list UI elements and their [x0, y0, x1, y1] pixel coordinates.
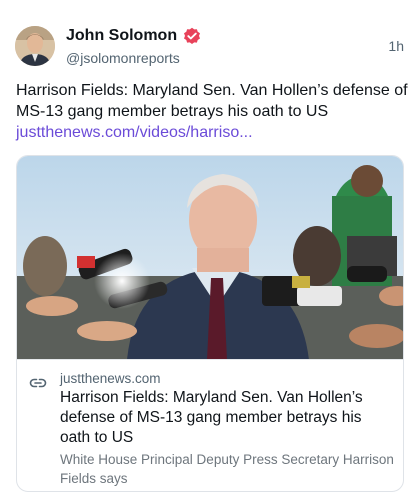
card-description: White House Principal Deputy Press Secre…: [60, 452, 394, 486]
card-title[interactable]: Harrison Fields: Maryland Sen. Van Holle…: [60, 388, 394, 448]
card-domain: justthenews.com: [60, 371, 161, 386]
link-preview-card[interactable]: justthenews.com Harrison Fields: Marylan…: [16, 155, 404, 492]
author-name[interactable]: John Solomon: [66, 27, 177, 45]
author-name-row[interactable]: John Solomon: [66, 27, 201, 45]
link-icon: [29, 378, 47, 388]
author-handle[interactable]: @jsolomonreports: [66, 50, 180, 66]
post-text: Harrison Fields: Maryland Sen. Van Holle…: [16, 80, 410, 143]
card-info[interactable]: justthenews.com Harrison Fields: Marylan…: [17, 360, 403, 491]
post-link[interactable]: justthenews.com/videos/harriso...: [16, 122, 410, 143]
avatar[interactable]: [15, 26, 55, 66]
post: John Solomon @jsolomonreports 1h Harriso…: [0, 0, 420, 500]
card-image[interactable]: [17, 156, 403, 360]
card-photo: [17, 156, 403, 359]
post-body: Harrison Fields: Maryland Sen. Van Holle…: [16, 82, 408, 120]
post-time[interactable]: 1h: [388, 38, 404, 54]
verified-badge-icon: [184, 27, 201, 44]
avatar-image: [15, 26, 55, 66]
